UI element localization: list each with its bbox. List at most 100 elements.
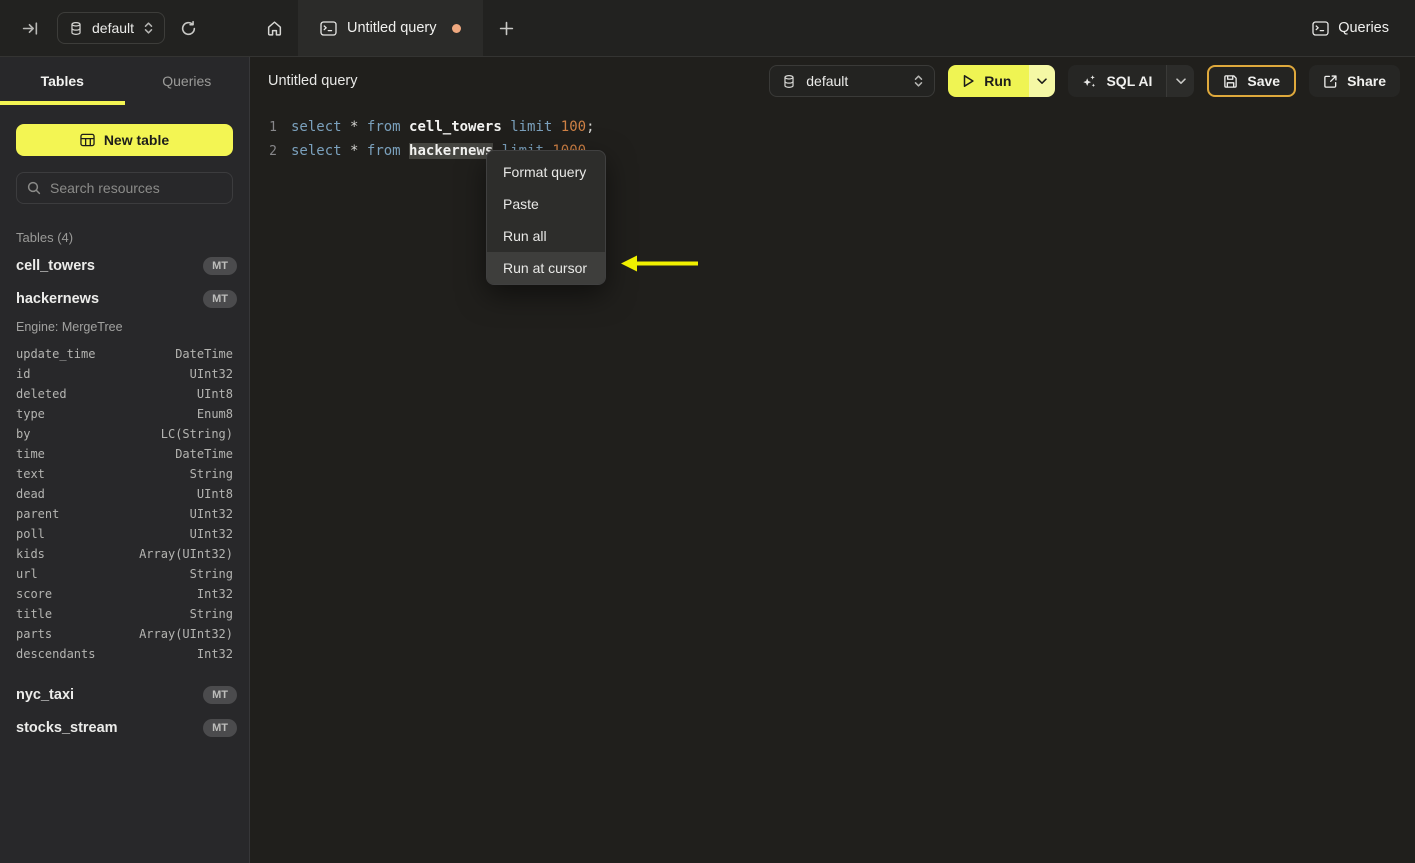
column-row: id UInt32 <box>16 364 249 384</box>
column-name: text <box>16 467 45 481</box>
column-name: id <box>16 367 31 381</box>
unsaved-changes-dot <box>452 23 462 33</box>
sql-ai-button-label: SQL AI <box>1106 73 1153 89</box>
table-row[interactable]: hackernews MT <box>16 282 249 315</box>
share-button-label: Share <box>1347 73 1386 89</box>
column-type: DateTime <box>175 447 233 461</box>
sidebar: Tables Queries New table Search resource… <box>0 57 250 863</box>
search-icon <box>27 181 41 195</box>
tab-untitled-query[interactable]: Untitled query <box>298 0 484 56</box>
code-line: 2select * from hackernews limit 1000 <box>267 139 1415 163</box>
context-menu-item[interactable]: Run all <box>487 220 605 252</box>
column-row: parent UInt32 <box>16 504 249 524</box>
table-engine-label: Engine: MergeTree <box>16 320 123 334</box>
column-name: parts <box>16 627 53 641</box>
sidebar-tab-queries-label: Queries <box>162 73 212 89</box>
column-row: dead UInt8 <box>16 484 249 504</box>
database-selector[interactable]: default <box>57 12 166 44</box>
column-type: Array(UInt32) <box>139 547 233 561</box>
column-row: url String <box>16 564 249 584</box>
table-name: stocks_stream <box>16 719 118 736</box>
context-menu-item[interactable]: Format query <box>487 156 605 188</box>
code-token: ; <box>586 119 595 135</box>
column-type: String <box>189 607 233 621</box>
terminal-icon <box>320 20 337 36</box>
code-token: select <box>291 119 342 135</box>
terminal-icon <box>1312 20 1329 36</box>
sidebar-tab-queries[interactable]: Queries <box>125 57 250 105</box>
column-name: update_time <box>16 347 96 361</box>
column-type: String <box>189 467 233 481</box>
table-row[interactable]: cell_towers MT <box>16 249 249 282</box>
refresh-button[interactable] <box>180 20 197 37</box>
arrow-left-icon <box>618 251 702 275</box>
run-options-button[interactable] <box>1029 65 1056 97</box>
search-box <box>16 172 233 204</box>
sidebar-tabs: Tables Queries <box>0 57 249 105</box>
editor-toolbar: default Run SQL AI Save Share <box>769 65 1400 97</box>
refresh-icon <box>180 20 197 37</box>
column-name: poll <box>16 527 45 541</box>
column-name: title <box>16 607 53 621</box>
top-bar-left: default <box>0 0 250 56</box>
line-number: 1 <box>269 119 277 135</box>
run-split-button: Run <box>948 65 1056 97</box>
column-type: Enum8 <box>196 407 233 421</box>
column-name: parent <box>16 507 60 521</box>
column-row: parts Array(UInt32) <box>16 624 249 644</box>
column-name: time <box>16 447 45 461</box>
column-row: by LC(String) <box>16 424 249 444</box>
run-button[interactable]: Run <box>948 65 1030 97</box>
table-row[interactable]: stocks_stream MT <box>16 711 249 744</box>
column-type: String <box>189 567 233 581</box>
toolbar-database-selector[interactable]: default <box>769 65 936 97</box>
chevron-down-icon <box>1176 77 1186 85</box>
query-title: Untitled query <box>268 73 358 89</box>
code-token: 100 <box>560 119 587 135</box>
context-menu-item[interactable]: Paste <box>487 188 605 220</box>
chevron-up-down-icon <box>913 74 924 88</box>
column-row: update_time DateTime <box>16 344 249 364</box>
new-tab-button[interactable] <box>483 0 529 56</box>
table-name: nyc_taxi <box>16 686 75 703</box>
queries-button-label: Queries <box>1338 20 1389 36</box>
sql-code-area[interactable]: 1 select * from cell_towers limit 100; 2 se… <box>250 105 1415 163</box>
column-row: descendants Int32 <box>16 644 249 664</box>
sidebar-tab-tables[interactable]: Tables <box>0 57 125 105</box>
sql-ai-button[interactable]: SQL AI <box>1068 65 1167 97</box>
column-row: poll UInt32 <box>16 524 249 544</box>
queries-button[interactable]: Queries <box>1312 20 1389 36</box>
sidebar-tab-tables-label: Tables <box>40 73 84 89</box>
sparkles-icon <box>1082 73 1097 89</box>
table-row[interactable]: nyc_taxi MT <box>16 678 249 711</box>
home-icon <box>266 20 283 37</box>
collapse-sidebar-button[interactable] <box>22 20 39 37</box>
column-name: kids <box>16 547 45 561</box>
editor-context-menu: Format query Paste Run all Run at cursor <box>486 150 606 285</box>
column-type: UInt8 <box>196 387 233 401</box>
table-engine-badge: MT <box>203 256 237 275</box>
save-button[interactable]: Save <box>1207 65 1297 97</box>
collapse-sidebar-icon <box>22 20 39 37</box>
chevron-down-icon <box>1037 77 1048 85</box>
new-table-button[interactable]: New table <box>16 124 233 156</box>
sql-ai-options-button[interactable] <box>1166 65 1195 97</box>
home-button[interactable] <box>250 0 298 56</box>
column-type: UInt32 <box>189 507 233 521</box>
code-token: from <box>366 119 401 135</box>
search-input[interactable] <box>50 180 231 196</box>
tab-strip: Untitled query <box>250 0 1312 56</box>
column-name: dead <box>16 487 45 501</box>
column-list: update_time DateTime id UInt32 deleted UInt8 t… <box>16 344 249 664</box>
selected-token: hackernews <box>409 143 494 159</box>
top-bar-right: Queries <box>1312 0 1415 56</box>
context-menu-item[interactable]: Run at cursor <box>487 252 605 284</box>
column-row: title String <box>16 604 249 624</box>
share-button[interactable]: Share <box>1309 65 1400 97</box>
